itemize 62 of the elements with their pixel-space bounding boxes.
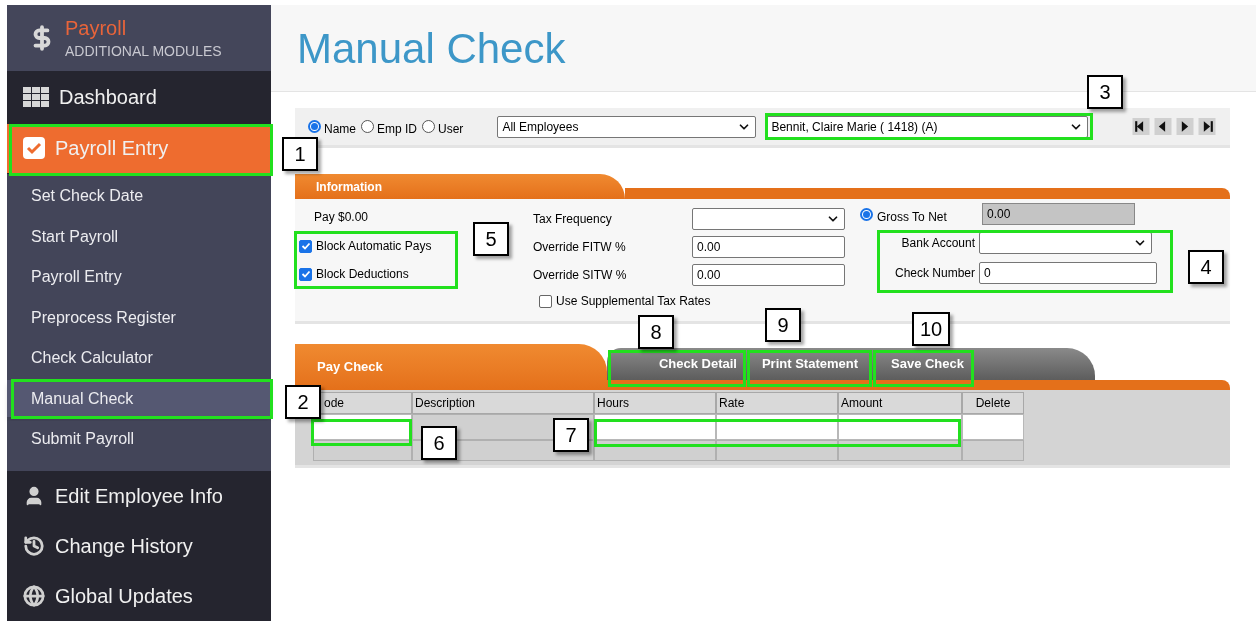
- checkbox-label: Use Supplemental Tax Rates: [556, 293, 711, 310]
- table-input[interactable]: [838, 414, 962, 440]
- callout-number: 10: [912, 312, 951, 346]
- callout-number: 2: [285, 385, 321, 419]
- gross-to-net-field: 0.00: [982, 203, 1135, 225]
- checkbox-label: Block Automatic Pays: [316, 238, 432, 255]
- column-header: Hours: [594, 392, 716, 414]
- first-icon[interactable]: [1132, 118, 1151, 135]
- checkbox[interactable]: [539, 294, 552, 308]
- module-subtitle: ADDITIONAL MODULES: [65, 42, 222, 61]
- callout-number: 6: [421, 426, 457, 460]
- action-button[interactable]: Save Check: [878, 349, 977, 379]
- column-header: Rate: [716, 392, 838, 414]
- tax-field[interactable]: 0.00: [692, 264, 845, 286]
- bank-field[interactable]: 0: [979, 262, 1157, 284]
- column-header: Amount: [838, 392, 962, 414]
- grid-icon: [23, 86, 49, 107]
- radio-label: Name: [324, 120, 356, 138]
- tax-field[interactable]: 0.00: [692, 236, 845, 258]
- callout-number: 1: [282, 137, 318, 171]
- radio-button[interactable]: [361, 120, 374, 133]
- globe-icon: [23, 585, 45, 608]
- tax-select[interactable]: [692, 208, 845, 230]
- table-input[interactable]: [962, 414, 1024, 440]
- callout-number: 5: [473, 222, 509, 256]
- callout-number: 8: [638, 315, 674, 349]
- field-label: Override SITW %: [533, 267, 628, 284]
- group-select[interactable]: All Employees: [497, 115, 757, 138]
- radio-button[interactable]: [422, 120, 436, 133]
- checkbox-label: Block Deductions: [316, 266, 409, 283]
- action-button[interactable]: Check Detail: [610, 349, 745, 379]
- bank-select[interactable]: [979, 232, 1152, 254]
- checkbox[interactable]: [299, 239, 312, 253]
- field-label: Override FITW %: [533, 239, 627, 256]
- field-label: Tax Frequency: [533, 211, 613, 228]
- radio-label: Emp ID: [377, 120, 418, 138]
- previous-icon[interactable]: [1154, 118, 1173, 135]
- radio-button[interactable]: [308, 120, 321, 133]
- field-label: Check Number: [893, 265, 976, 282]
- callout-number: 3: [1087, 75, 1123, 109]
- table-input[interactable]: [594, 414, 716, 440]
- module-title: Payroll: [65, 16, 128, 41]
- last-icon[interactable]: [1198, 118, 1217, 135]
- radio-label: User: [438, 120, 464, 138]
- page-title: Manual Check: [297, 23, 566, 74]
- callout-number: 9: [765, 308, 801, 342]
- callout-number: 7: [553, 418, 589, 452]
- table-input[interactable]: [716, 414, 838, 440]
- checkbox[interactable]: [299, 267, 312, 281]
- callout-number: 4: [1188, 250, 1224, 284]
- history-icon: [23, 535, 45, 558]
- employee-select[interactable]: Bennit, Claire Marie ( 1418) (A): [766, 115, 1089, 138]
- radio-button[interactable]: [860, 207, 873, 221]
- checkbox-icon: [23, 137, 45, 160]
- action-button[interactable]: Print Statement: [748, 349, 872, 379]
- next-icon[interactable]: [1176, 118, 1195, 135]
- radio-label: Gross To Net: [877, 208, 948, 226]
- column-header: Description: [412, 392, 594, 414]
- column-header: Delete: [962, 392, 1024, 414]
- table-cell: [962, 440, 1024, 461]
- pay-amount: Pay $0.00: [313, 209, 370, 226]
- field-label: Bank Account: [900, 235, 976, 252]
